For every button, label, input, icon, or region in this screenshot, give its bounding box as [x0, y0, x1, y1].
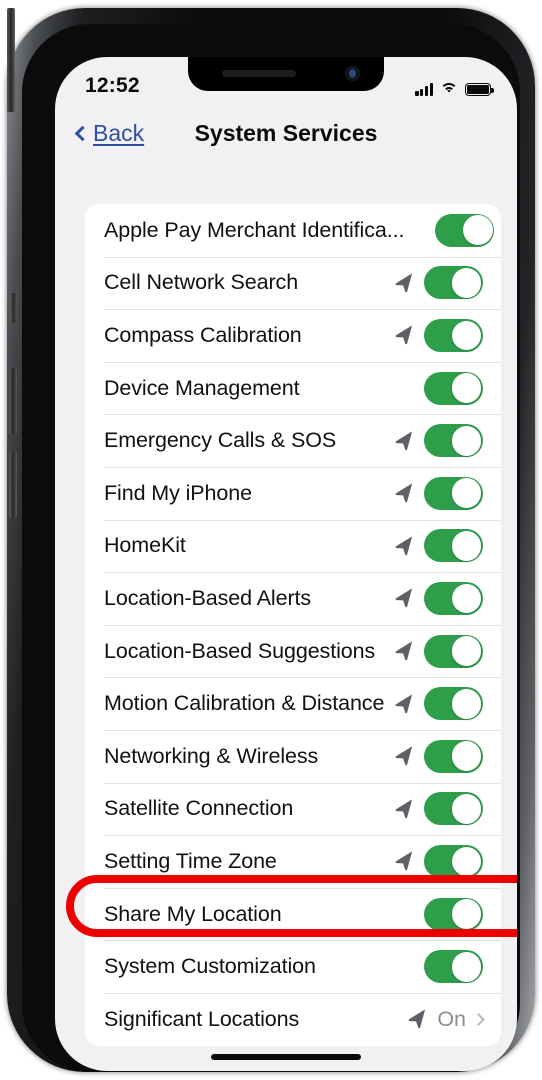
- list-item-label: Location-Based Alerts: [104, 585, 312, 610]
- toggle-switch[interactable]: [424, 950, 483, 984]
- list-item-label: Compass Calibration: [104, 322, 302, 347]
- chevron-right-icon: [472, 1012, 485, 1026]
- list-item[interactable]: Find My iPhone: [85, 466, 501, 520]
- battery-icon: [465, 83, 494, 96]
- location-arrow-icon: [393, 272, 415, 294]
- toggle-knob: [451, 373, 482, 403]
- toggle-switch[interactable]: [424, 371, 483, 405]
- list-item[interactable]: Share My Location: [85, 887, 501, 941]
- toggle-knob: [451, 267, 482, 298]
- back-button[interactable]: Back: [74, 119, 145, 147]
- toggle-knob: [451, 530, 482, 561]
- list-item-label: Significant Locations: [104, 1006, 300, 1031]
- toggle-knob: [451, 899, 482, 929]
- list-item-label: Location-Based Suggestions: [104, 638, 376, 663]
- toggle-knob: [451, 951, 482, 982]
- home-indicator[interactable]: [211, 1054, 361, 1060]
- toggle-switch[interactable]: [424, 792, 483, 826]
- toggle-switch[interactable]: [424, 266, 483, 300]
- toggle-knob: [451, 320, 482, 351]
- list-item-label: Networking & Wireless: [104, 743, 319, 768]
- front-camera-icon: [345, 66, 360, 81]
- device-notch: [188, 57, 384, 91]
- toggle-knob: [462, 215, 493, 246]
- list-item-label: Share My Location: [104, 901, 282, 926]
- chevron-left-icon: [74, 125, 91, 141]
- power-button[interactable]: [7, 8, 15, 112]
- toggle-knob: [451, 478, 482, 509]
- list-item-label: Emergency Calls & SOS: [104, 428, 337, 453]
- list-item-label: Device Management: [104, 375, 300, 400]
- list-item-value: On: [437, 1006, 466, 1031]
- list-item-label: HomeKit: [104, 533, 186, 558]
- toggle-switch[interactable]: [424, 529, 483, 563]
- list-item[interactable]: Device Management: [85, 361, 501, 415]
- volume-down-button[interactable]: [9, 452, 17, 518]
- navigation-bar: Back System Services: [55, 105, 517, 161]
- list-item-label: System Customization: [104, 954, 316, 979]
- list-item[interactable]: Satellite Connection: [85, 782, 501, 836]
- system-services-list: Apple Pay Merchant Identifica... Cell Net…: [85, 204, 501, 1046]
- list-item-label: Motion Calibration & Distance: [104, 691, 385, 716]
- toggle-knob: [451, 636, 482, 666]
- list-item[interactable]: Location-Based Suggestions: [85, 624, 501, 678]
- toggle-switch[interactable]: [424, 581, 483, 615]
- back-button-label: Back: [93, 119, 145, 146]
- list-item[interactable]: Compass Calibration: [85, 309, 501, 362]
- toggle-switch[interactable]: [424, 739, 483, 773]
- list-item[interactable]: System Customization: [85, 940, 501, 993]
- screenshot-root: 12:52 Back System Services Apple Pay Mer…: [0, 0, 542, 1080]
- list-item-label: Apple Pay Merchant Identifica...: [104, 217, 405, 242]
- device-bezel: 12:52 Back System Services Apple Pay Mer…: [22, 24, 520, 1072]
- location-arrow-icon: [393, 798, 415, 820]
- toggle-switch[interactable]: [424, 687, 483, 721]
- toggle-knob: [451, 425, 482, 456]
- list-item-label: Find My iPhone: [104, 480, 252, 505]
- location-arrow-icon: [393, 640, 415, 662]
- list-item[interactable]: Significant Locations On: [85, 992, 501, 1046]
- toggle-knob: [451, 846, 482, 877]
- list-item-label: Setting Time Zone: [104, 848, 277, 873]
- location-arrow-icon: [393, 324, 415, 346]
- location-arrow-icon: [393, 850, 415, 872]
- list-item[interactable]: Setting Time Zone: [85, 835, 501, 888]
- list-item[interactable]: HomeKit: [85, 519, 501, 573]
- list-item[interactable]: Networking & Wireless: [85, 729, 501, 783]
- toggle-knob: [451, 688, 482, 719]
- location-arrow-icon: [393, 430, 415, 452]
- list-item[interactable]: Motion Calibration & Distance: [85, 677, 501, 730]
- toggle-switch[interactable]: [424, 318, 483, 352]
- toggle-switch[interactable]: [424, 424, 483, 458]
- toggle-knob: [451, 741, 482, 772]
- earpiece-speaker-icon: [222, 70, 296, 77]
- iphone-screen: 12:52 Back System Services Apple Pay Mer…: [55, 57, 517, 1071]
- toggle-switch[interactable]: [424, 476, 483, 510]
- list-item[interactable]: Apple Pay Merchant Identifica...: [85, 204, 501, 257]
- toggle-knob: [451, 793, 482, 824]
- list-item[interactable]: Location-Based Alerts: [85, 572, 501, 625]
- cellular-bars-icon: [415, 83, 433, 96]
- toggle-switch[interactable]: [424, 634, 483, 668]
- list-item[interactable]: Emergency Calls & SOS: [85, 414, 501, 467]
- list-item-label: Cell Network Search: [104, 270, 299, 295]
- location-arrow-icon: [406, 1008, 428, 1030]
- volume-up-button[interactable]: [9, 368, 17, 434]
- mute-switch-button[interactable]: [10, 293, 17, 323]
- status-bar-clock: 12:52: [85, 74, 140, 97]
- toggle-switch[interactable]: [424, 844, 483, 878]
- wifi-icon: [440, 83, 458, 96]
- location-arrow-icon: [393, 587, 415, 609]
- location-arrow-icon: [393, 693, 415, 715]
- toggle-switch[interactable]: [424, 897, 483, 931]
- location-arrow-icon: [393, 745, 415, 767]
- list-item[interactable]: Cell Network Search: [85, 256, 501, 310]
- location-arrow-icon: [393, 482, 415, 504]
- location-arrow-icon: [393, 535, 415, 557]
- list-item-label: Satellite Connection: [104, 796, 294, 821]
- iphone-device-frame: 12:52 Back System Services Apple Pay Mer…: [7, 8, 535, 1072]
- status-bar-indicators: [415, 76, 494, 96]
- toggle-knob: [451, 583, 482, 614]
- toggle-switch[interactable]: [435, 213, 495, 247]
